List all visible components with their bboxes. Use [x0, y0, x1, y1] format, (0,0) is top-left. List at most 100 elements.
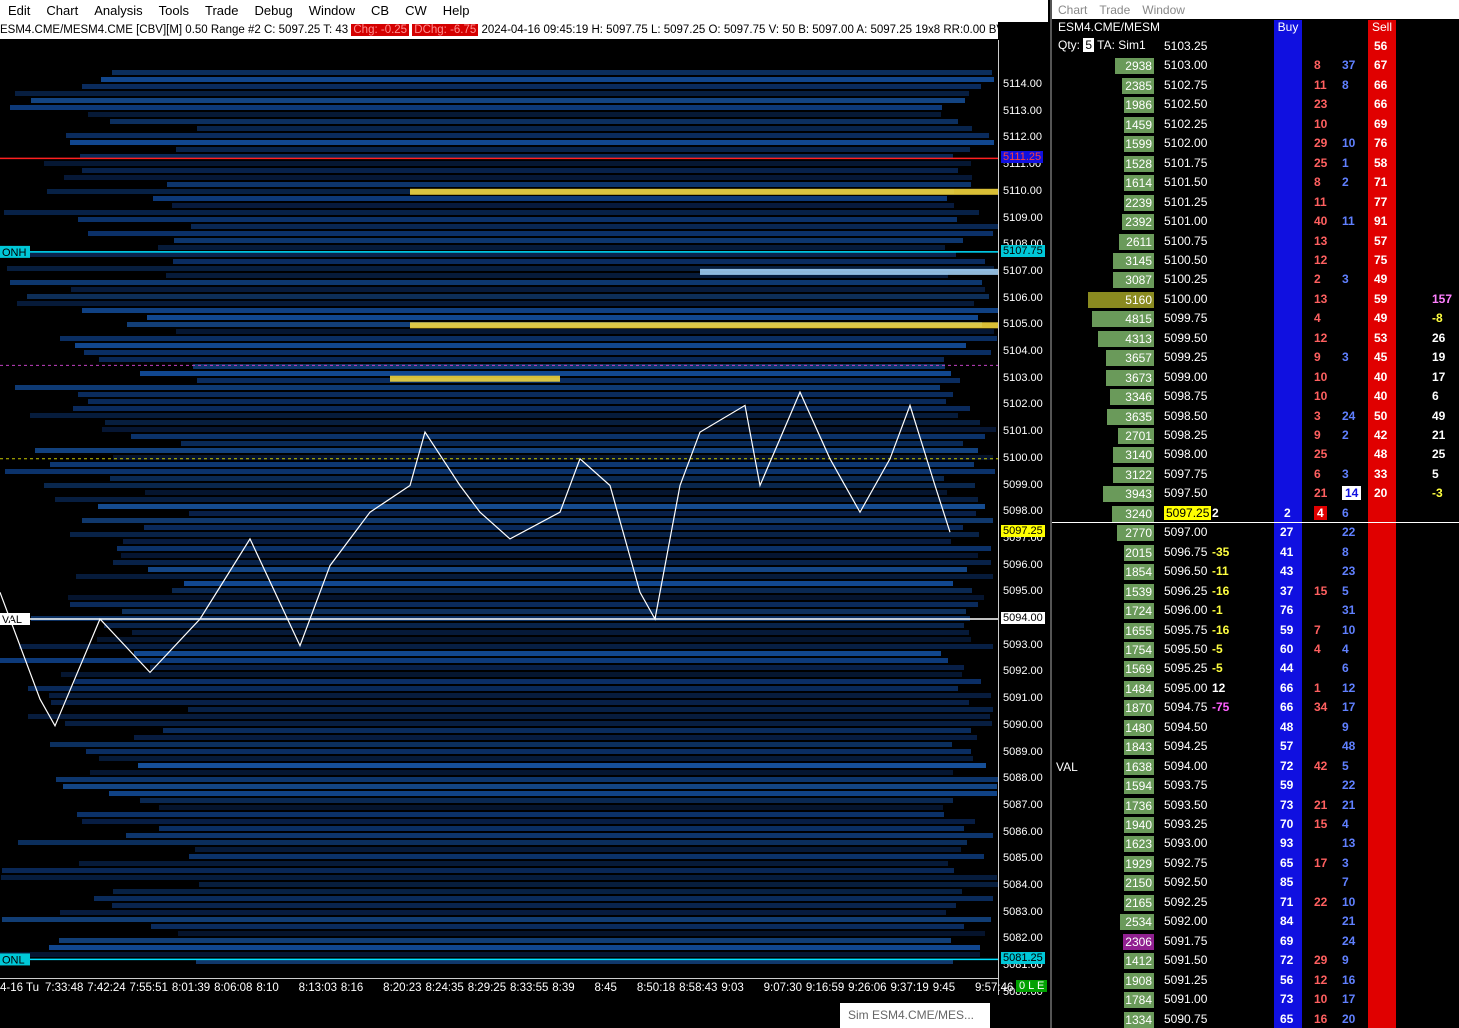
price-cell[interactable]: 5094.75 — [1164, 700, 1207, 714]
dom-row[interactable]: 1569 5095.25 -5 44 6 — [1052, 659, 1459, 678]
price-cell[interactable]: 5097.25 — [1164, 505, 1212, 520]
sell-trade-cell[interactable]: 3 — [1314, 409, 1321, 423]
price-cell[interactable]: 5098.50 — [1164, 409, 1207, 423]
menu-cw[interactable]: CW — [397, 0, 435, 22]
bid-size-cell[interactable]: 59 — [1280, 623, 1293, 637]
dom-row[interactable]: 2150 5092.50 85 7 — [1052, 873, 1459, 892]
dom-row[interactable]: 2534 5092.00 84 21 — [1052, 912, 1459, 931]
menu-window[interactable]: Window — [301, 0, 363, 22]
buy-trade-cell[interactable]: 10 — [1342, 136, 1355, 150]
ask-size-cell[interactable]: 45 — [1374, 350, 1387, 364]
dom-row[interactable]: 5160 5100.00 13 59 157 — [1052, 290, 1459, 309]
ask-size-cell[interactable]: 59 — [1374, 292, 1387, 306]
sell-trade-cell[interactable]: 15 — [1314, 817, 1327, 831]
buy-trade-cell[interactable]: 7 — [1342, 875, 1349, 889]
buy-trade-cell[interactable]: 2 — [1342, 175, 1349, 189]
dom-row[interactable]: 3240 5097.25 2 2 4 6 — [1052, 504, 1459, 523]
buy-trade-cell[interactable]: 8 — [1342, 78, 1349, 92]
sell-trade-cell[interactable]: 25 — [1314, 156, 1327, 170]
buy-trade-cell[interactable]: 16 — [1342, 973, 1355, 987]
sell-trade-cell[interactable]: 11 — [1314, 195, 1327, 209]
sell-trade-cell[interactable]: 21 — [1314, 798, 1327, 812]
ask-size-cell[interactable]: 40 — [1374, 370, 1387, 384]
ask-size-cell[interactable]: 53 — [1374, 331, 1387, 345]
price-cell[interactable]: 5096.00 — [1164, 603, 1207, 617]
buy-header-button[interactable]: Buy — [1274, 20, 1302, 38]
bid-size-cell[interactable]: 85 — [1280, 875, 1293, 889]
bid-size-cell[interactable]: 44 — [1280, 661, 1293, 675]
delta-cell[interactable]: -1 — [1212, 603, 1223, 617]
bid-size-cell[interactable]: 72 — [1280, 759, 1293, 773]
delta-cell[interactable]: -16 — [1212, 623, 1229, 637]
chart-window[interactable]: ESM4.CME/MESM4.CME [CBV][M] 0.50 Range #… — [0, 22, 1049, 1028]
bid-size-cell[interactable]: 59 — [1280, 778, 1293, 792]
price-axis[interactable]: 5114.00 5113.00 5112.00 5111.00 5110.00 5109.… — [998, 40, 1049, 998]
ask-size-cell[interactable]: 66 — [1374, 78, 1387, 92]
net-cell[interactable]: 6 — [1432, 389, 1439, 403]
buy-trade-cell[interactable]: 14 — [1342, 486, 1362, 501]
bid-size-cell[interactable]: 84 — [1280, 914, 1293, 928]
buy-trade-cell[interactable]: 9 — [1342, 720, 1349, 734]
buy-trade-cell[interactable]: 22 — [1342, 778, 1355, 792]
delta-cell[interactable]: -75 — [1212, 700, 1229, 714]
bid-size-cell[interactable]: 73 — [1280, 798, 1293, 812]
ask-size-cell[interactable]: 58 — [1374, 156, 1387, 170]
buy-trade-cell[interactable]: 17 — [1342, 700, 1355, 714]
dom-row[interactable]: 2770 5097.00 27 22 — [1052, 523, 1459, 542]
sell-trade-cell[interactable]: 29 — [1314, 136, 1327, 150]
buy-trade-cell[interactable]: 13 — [1342, 836, 1355, 850]
dom-row[interactable]: 1412 5091.50 72 29 9 — [1052, 951, 1459, 970]
sell-trade-cell[interactable]: 10 — [1314, 389, 1327, 403]
dom-row[interactable]: 1638 5094.00 72 42 5 — [1052, 757, 1459, 776]
buy-trade-cell[interactable]: 1 — [1342, 156, 1349, 170]
dom-row[interactable]: 3673 5099.00 10 40 17 — [1052, 368, 1459, 387]
sell-trade-cell[interactable]: 7 — [1314, 623, 1321, 637]
dom-row[interactable]: 1480 5094.50 48 9 — [1052, 718, 1459, 737]
bid-size-cell[interactable]: 71 — [1280, 895, 1293, 909]
buy-trade-cell[interactable]: 23 — [1342, 564, 1355, 578]
buy-trade-cell[interactable]: 24 — [1342, 409, 1355, 423]
delta-cell[interactable]: 12 — [1212, 681, 1225, 695]
dom-row[interactable]: 1724 5096.00 -1 76 31 — [1052, 601, 1459, 620]
dom-row[interactable]: 1736 5093.50 73 21 21 — [1052, 796, 1459, 815]
buy-trade-cell[interactable]: 4 — [1342, 817, 1349, 831]
price-cell[interactable]: 5094.00 — [1164, 759, 1207, 773]
depth-of-market-panel[interactable]: Chart Trade Window ESM4.CME/MESM Qty: 5 TA… — [1050, 0, 1459, 1028]
price-cell[interactable]: 5092.00 — [1164, 914, 1207, 928]
sell-trade-cell[interactable]: 15 — [1314, 584, 1327, 598]
sell-trade-cell[interactable]: 23 — [1314, 97, 1327, 111]
dom-menu-chart[interactable]: Chart — [1052, 3, 1093, 17]
ask-size-cell[interactable]: 91 — [1374, 214, 1387, 228]
dom-row[interactable]: 4313 5099.50 12 53 26 — [1052, 329, 1459, 348]
bid-size-cell[interactable]: 65 — [1280, 856, 1293, 870]
dom-row[interactable]: 1854 5096.50 -11 43 23 — [1052, 562, 1459, 581]
dom-menu-window[interactable]: Window — [1136, 3, 1191, 17]
dom-row[interactable]: 2306 5091.75 69 24 — [1052, 932, 1459, 951]
price-cell[interactable]: 5101.75 — [1164, 156, 1207, 170]
net-cell[interactable]: -8 — [1432, 311, 1443, 325]
price-cell[interactable]: 5096.50 — [1164, 564, 1207, 578]
sell-trade-cell[interactable]: 25 — [1314, 447, 1327, 461]
dom-row[interactable]: 2392 5101.00 40 11 91 — [1052, 212, 1459, 231]
bid-size-cell[interactable]: 37 — [1280, 584, 1293, 598]
buy-trade-cell[interactable]: 21 — [1342, 914, 1355, 928]
price-cell[interactable]: 5101.00 — [1164, 214, 1207, 228]
price-cell[interactable]: 5100.75 — [1164, 234, 1207, 248]
bid-size-cell[interactable]: 76 — [1280, 603, 1293, 617]
net-cell[interactable]: -3 — [1432, 486, 1443, 500]
net-cell[interactable]: 17 — [1432, 370, 1445, 384]
ask-size-cell[interactable]: 69 — [1374, 117, 1387, 131]
delta-cell[interactable]: -35 — [1212, 545, 1229, 559]
ask-size-cell[interactable]: 56 — [1374, 39, 1387, 53]
bid-size-cell[interactable]: 2 — [1284, 506, 1291, 520]
buy-trade-cell[interactable]: 12 — [1342, 681, 1355, 695]
sell-trade-cell[interactable]: 9 — [1314, 428, 1321, 442]
ask-size-cell[interactable]: 76 — [1374, 136, 1387, 150]
menu-debug[interactable]: Debug — [246, 0, 300, 22]
sell-trade-cell[interactable]: 40 — [1314, 214, 1327, 228]
dom-row[interactable]: 1459 5102.25 10 69 — [1052, 115, 1459, 134]
ask-size-cell[interactable]: 49 — [1374, 272, 1387, 286]
price-cell[interactable]: 5099.00 — [1164, 370, 1207, 384]
net-cell[interactable]: 21 — [1432, 428, 1445, 442]
sell-trade-cell[interactable]: 4 — [1314, 642, 1321, 656]
